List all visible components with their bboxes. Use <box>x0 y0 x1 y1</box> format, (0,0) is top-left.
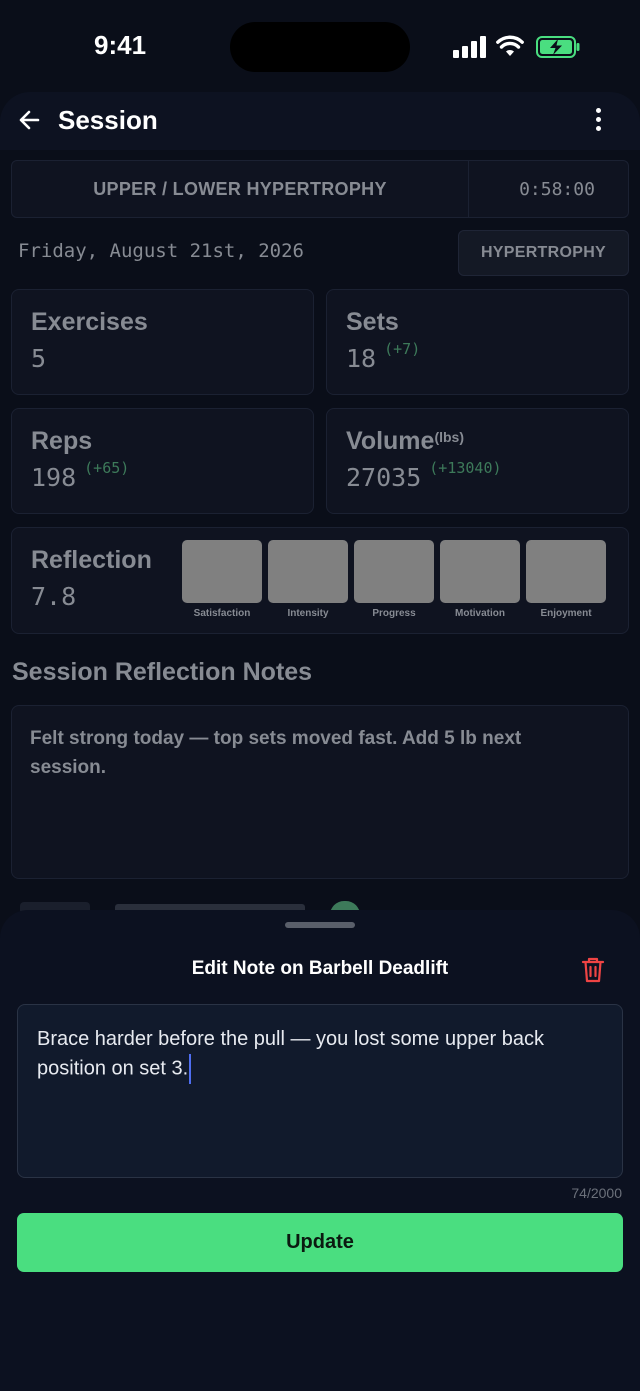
stat-label: Volume(lbs) <box>346 427 465 455</box>
stat-label: Reps <box>31 427 93 455</box>
stat-card-reps: Reps 198 (+65) <box>11 408 314 514</box>
status-time: 9:41 <box>94 30 147 60</box>
stat-card-volume: Volume(lbs) 27035 (+13040) <box>326 408 629 514</box>
session-timer: 0:58:00 <box>519 179 595 200</box>
dynamic-island <box>230 22 410 72</box>
reflection-notes-card[interactable]: Felt strong today — top sets moved fast.… <box>11 705 629 879</box>
more-menu-icon[interactable] <box>590 106 608 134</box>
reflection-progress-box <box>354 540 434 603</box>
stat-card-sets: Sets 18 (+7) <box>326 289 629 395</box>
update-button[interactable]: Update <box>17 1213 623 1272</box>
reflection-score: 7.8 <box>31 582 77 611</box>
sheet-title: Edit Note on Barbell Deadlift <box>191 958 449 979</box>
reflection-card[interactable]: Reflection 7.8 Satisfaction Intensity Pr… <box>11 527 629 634</box>
reflection-caption: Intensity <box>287 608 329 619</box>
stat-value: 5 <box>31 344 47 373</box>
program-name: UPPER / LOWER HYPERTROPHY <box>93 179 387 199</box>
status-bar: 9:41 <box>0 0 640 92</box>
app-header: Session <box>0 92 640 150</box>
stat-value: 27035 (+13040) <box>346 459 502 492</box>
session-content: UPPER / LOWER HYPERTROPHY 0:58:00 Friday… <box>0 150 640 915</box>
stat-label: Sets <box>346 308 399 336</box>
banner-divider <box>468 161 469 217</box>
cellular-signal-icon <box>453 36 487 58</box>
stat-delta: (+13040) <box>429 459 502 477</box>
stat-delta: (+65) <box>84 459 130 477</box>
back-arrow-icon[interactable] <box>16 106 44 134</box>
notes-heading: Session Reflection Notes <box>12 658 313 686</box>
reflection-motivation-box <box>440 540 520 603</box>
reflection-caption: Progress <box>372 608 416 619</box>
session-date: Friday, August 21st, 2026 <box>18 240 304 262</box>
reflection-enjoyment-box <box>526 540 606 603</box>
stat-card-exercises: Exercises 5 <box>11 289 314 395</box>
character-counter: 74/2000 <box>571 1185 622 1201</box>
program-type-tag[interactable]: HYPERTROPHY <box>458 230 629 276</box>
reflection-notes-text: Felt strong today — top sets moved fast.… <box>30 728 522 778</box>
reflection-caption: Motivation <box>455 608 505 619</box>
reflection-satisfaction-box <box>182 540 262 603</box>
reflection-caption: Satisfaction <box>193 608 251 619</box>
stat-label: Exercises <box>31 308 148 336</box>
reflection-label: Reflection <box>31 546 152 574</box>
stat-value: 198 (+65) <box>31 459 130 492</box>
program-banner: UPPER / LOWER HYPERTROPHY 0:58:00 <box>11 160 629 218</box>
battery-charging-icon <box>536 36 580 58</box>
stat-value: 18 (+7) <box>346 340 421 373</box>
sheet-drag-handle[interactable] <box>285 922 355 928</box>
note-textarea[interactable]: Brace harder before the pull — you lost … <box>17 1004 623 1178</box>
reflection-caption: Enjoyment <box>540 608 592 619</box>
text-caret <box>189 1054 192 1084</box>
page-title: Session <box>58 105 158 135</box>
edit-note-sheet: Edit Note on Barbell Deadlift Brace hard… <box>0 910 640 1391</box>
wifi-icon <box>496 35 524 56</box>
volume-unit: (lbs) <box>434 429 465 445</box>
stat-delta: (+7) <box>384 340 421 358</box>
delete-trash-icon[interactable] <box>580 956 606 984</box>
reflection-intensity-box <box>268 540 348 603</box>
